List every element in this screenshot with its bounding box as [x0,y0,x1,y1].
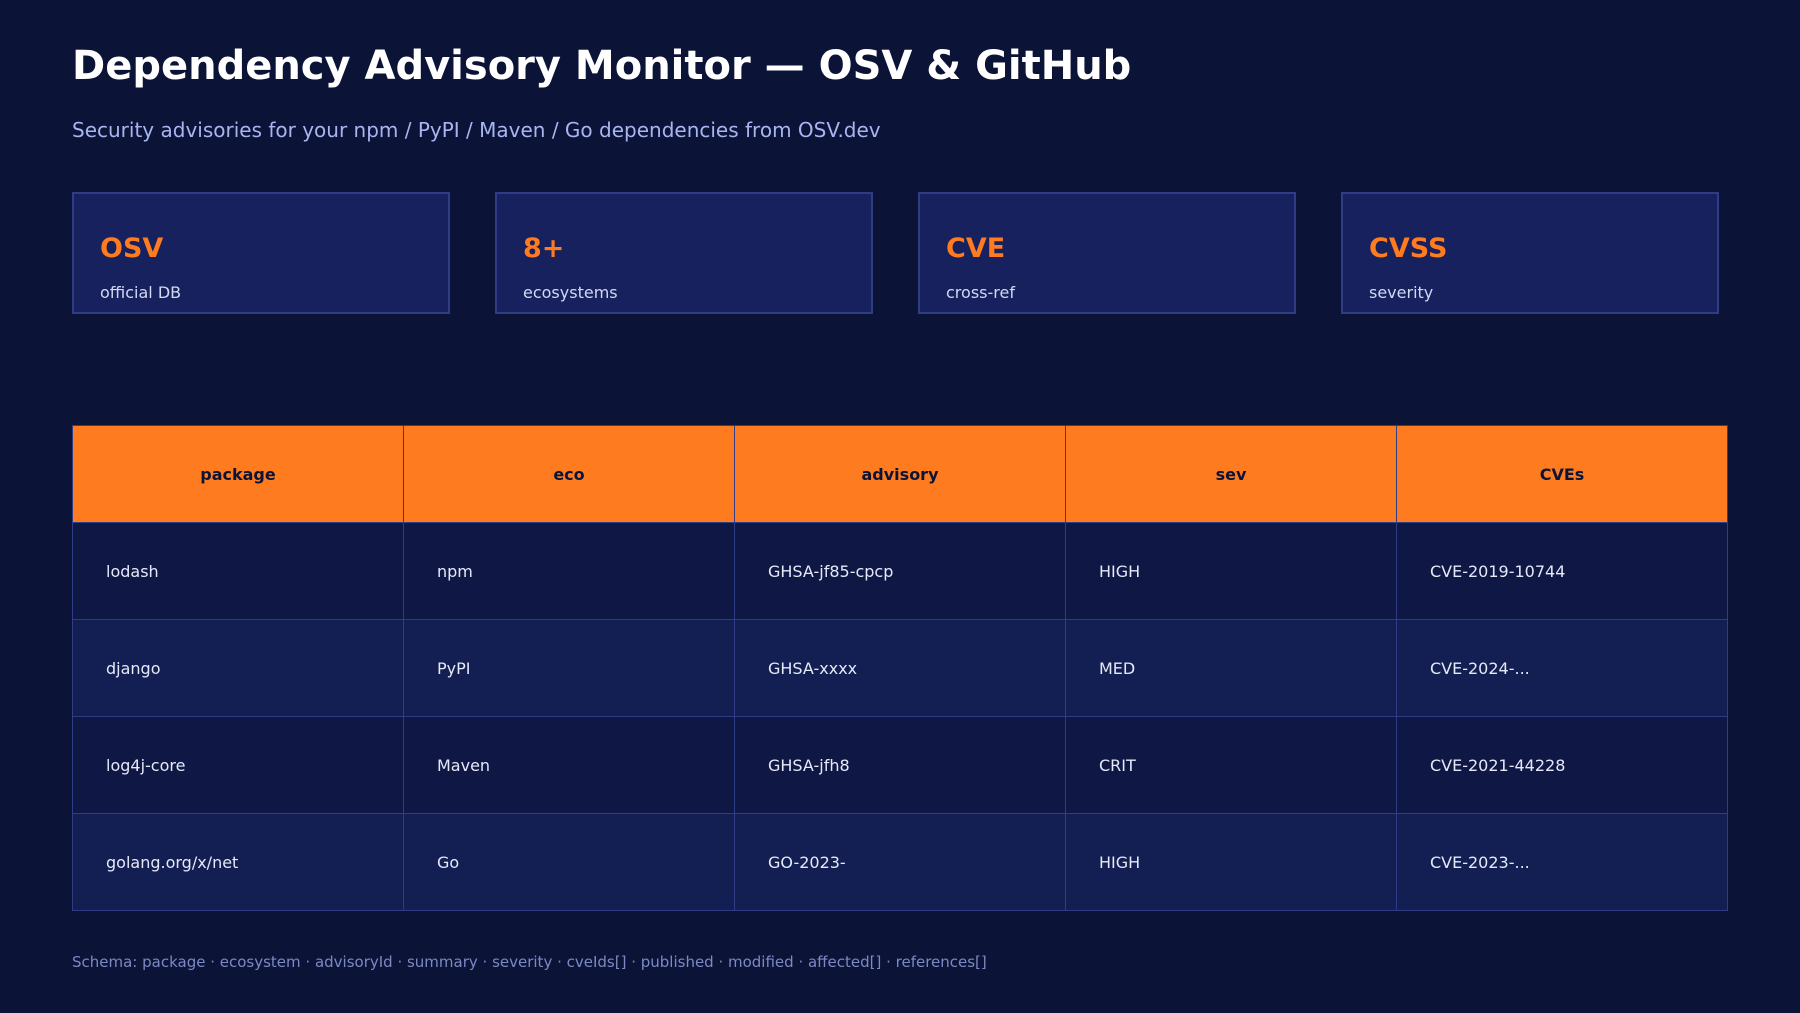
stat-label: cross-ref [946,283,1015,302]
cell-advisory: GO-2023- [734,813,1066,911]
cell-sev: CRIT [1065,716,1397,814]
cell-eco: Maven [403,716,735,814]
column-header-cves[interactable]: CVEs [1396,425,1728,523]
cell-cves: CVE-2021-44228 [1396,716,1728,814]
column-header-advisory[interactable]: advisory [734,425,1066,523]
stat-value: 8+ [523,233,565,264]
cell-package: lodash [72,522,404,620]
cell-eco: PyPI [403,619,735,717]
cell-eco: Go [403,813,735,911]
table-row[interactable]: django PyPI GHSA-xxxx MED CVE-2024-... [72,619,1728,717]
cell-sev: HIGH [1065,813,1397,911]
schema-footnote: Schema: package · ecosystem · advisoryId… [72,953,987,971]
page-title: Dependency Advisory Monitor — OSV & GitH… [72,43,1132,89]
cell-cves: CVE-2024-... [1396,619,1728,717]
stat-value: CVE [946,233,1006,264]
table-row[interactable]: lodash npm GHSA-jf85-cpcp HIGH CVE-2019-… [72,522,1728,620]
stat-card-cve: CVE cross-ref [918,192,1296,314]
cell-sev: HIGH [1065,522,1397,620]
stat-value: OSV [100,233,164,264]
page-subtitle: Security advisories for your npm / PyPI … [72,118,881,142]
cell-sev: MED [1065,619,1397,717]
cell-package: golang.org/x/net [72,813,404,911]
cell-advisory: GHSA-jf85-cpcp [734,522,1066,620]
cell-advisory: GHSA-jfh8 [734,716,1066,814]
stat-label: official DB [100,283,182,302]
cell-eco: npm [403,522,735,620]
advisory-table: package eco advisory sev CVEs lodash npm… [72,425,1728,911]
column-header-package[interactable]: package [72,425,404,523]
stat-label: ecosystems [523,283,618,302]
cell-package: log4j-core [72,716,404,814]
cell-advisory: GHSA-xxxx [734,619,1066,717]
column-header-eco[interactable]: eco [403,425,735,523]
table-row[interactable]: golang.org/x/net Go GO-2023- HIGH CVE-20… [72,813,1728,911]
cell-cves: CVE-2023-... [1396,813,1728,911]
stat-card-ecosystems: 8+ ecosystems [495,192,873,314]
table-row[interactable]: log4j-core Maven GHSA-jfh8 CRIT CVE-2021… [72,716,1728,814]
stat-card-cvss: CVSS severity [1341,192,1719,314]
column-header-sev[interactable]: sev [1065,425,1397,523]
stat-card-osv: OSV official DB [72,192,450,314]
cell-package: django [72,619,404,717]
stat-value: CVSS [1369,233,1448,264]
cell-cves: CVE-2019-10744 [1396,522,1728,620]
stat-label: severity [1369,283,1434,302]
table-header-row: package eco advisory sev CVEs [72,425,1728,523]
